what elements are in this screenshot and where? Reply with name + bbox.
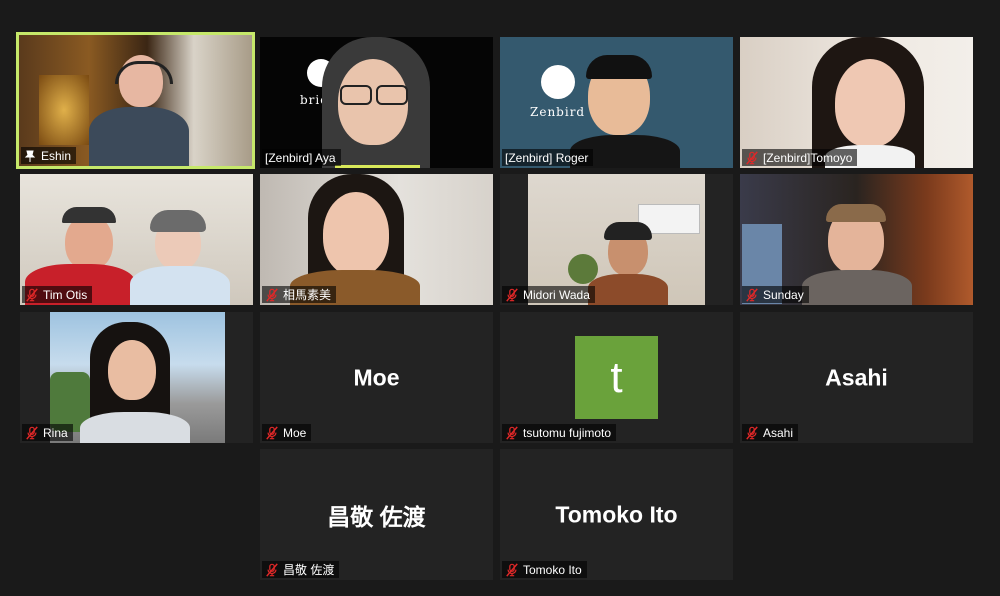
participant-name: Moe <box>283 425 307 440</box>
avatar: t <box>575 336 658 419</box>
display-name: 昌敬 佐渡 <box>327 503 426 530</box>
participant-name: [Zenbird]Tomoyo <box>763 150 853 165</box>
video-tile-moe[interactable]: Moe Moe <box>260 312 493 443</box>
name-tag: Rina <box>22 424 73 441</box>
mic-muted-icon <box>265 288 279 302</box>
name-tag: Moe <box>262 424 312 441</box>
name-tag: Tomoko Ito <box>502 561 587 578</box>
name-tag: tsutomu fujimoto <box>502 424 617 441</box>
participant-name: Tim Otis <box>43 287 88 302</box>
display-name: Tomoko Ito <box>555 501 678 527</box>
video-tile-tsutomu-fujimoto[interactable]: t tsutomu fujimoto <box>500 312 733 443</box>
participant-name: [Zenbird] Aya <box>265 150 336 165</box>
mic-muted-icon <box>25 426 39 440</box>
name-tag: [Zenbird] Roger <box>502 149 594 166</box>
name-tag: Eshin <box>21 147 77 164</box>
participant-name: Rina <box>43 425 68 440</box>
mic-muted-icon <box>265 426 279 440</box>
mic-muted-icon <box>505 426 519 440</box>
participant-name: tsutomu fujimoto <box>523 425 612 440</box>
video-tile-eshin[interactable]: Eshin <box>16 32 255 169</box>
mic-muted-icon <box>505 288 519 302</box>
video-tile-asahi[interactable]: Asahi Asahi <box>740 312 973 443</box>
name-tag: Midori Wada <box>502 286 595 303</box>
participant-name: [Zenbird] Roger <box>505 150 589 165</box>
mic-muted-icon <box>745 288 759 302</box>
video-tile-rina[interactable]: Rina <box>20 312 253 443</box>
mic-muted-icon <box>505 563 519 577</box>
brand-logo: Zenbird <box>530 65 585 119</box>
mic-muted-icon <box>745 426 759 440</box>
video-tile-aya[interactable]: bridm [Zenbird] Aya <box>260 37 493 168</box>
video-tile-tomoyo[interactable]: [Zenbird]Tomoyo <box>740 37 973 168</box>
display-name: Moe <box>353 364 400 390</box>
name-tag: 相馬素美 <box>262 286 337 303</box>
name-tag: [Zenbird] Aya <box>262 149 341 166</box>
video-tile-tomoko-ito[interactable]: Tomoko Ito Tomoko Ito <box>500 449 733 580</box>
name-tag: [Zenbird]Tomoyo <box>742 149 858 166</box>
participant-name: Tomoko Ito <box>523 562 582 577</box>
video-feed <box>50 312 225 443</box>
video-tile-sunday[interactable]: Sunday <box>740 174 973 305</box>
name-tag: Tim Otis <box>22 286 93 303</box>
name-tag: 昌敬 佐渡 <box>262 561 340 578</box>
zenbird-logo-icon <box>540 65 575 99</box>
video-tile-tim-otis[interactable]: Tim Otis <box>20 174 253 305</box>
participant-name: 相馬素美 <box>283 288 332 302</box>
video-tile-roger[interactable]: Zenbird [Zenbird] Roger <box>500 37 733 168</box>
mic-muted-icon <box>265 563 279 577</box>
display-name: Asahi <box>825 364 888 390</box>
pin-icon <box>24 150 36 162</box>
name-tag: Sunday <box>742 286 809 303</box>
participant-name: Asahi <box>763 425 794 440</box>
mic-muted-icon <box>25 288 39 302</box>
participant-name: Midori Wada <box>523 287 590 302</box>
name-tag: Asahi <box>742 424 799 441</box>
participant-name: 昌敬 佐渡 <box>283 563 335 577</box>
participant-name: Eshin <box>41 148 72 163</box>
video-tile-soma[interactable]: 相馬素美 <box>260 174 493 305</box>
participant-name: Sunday <box>763 287 804 302</box>
mic-muted-icon <box>745 151 759 165</box>
video-tile-midori-wada[interactable]: Midori Wada <box>500 174 733 305</box>
video-tile-sado[interactable]: 昌敬 佐渡 昌敬 佐渡 <box>260 449 493 580</box>
